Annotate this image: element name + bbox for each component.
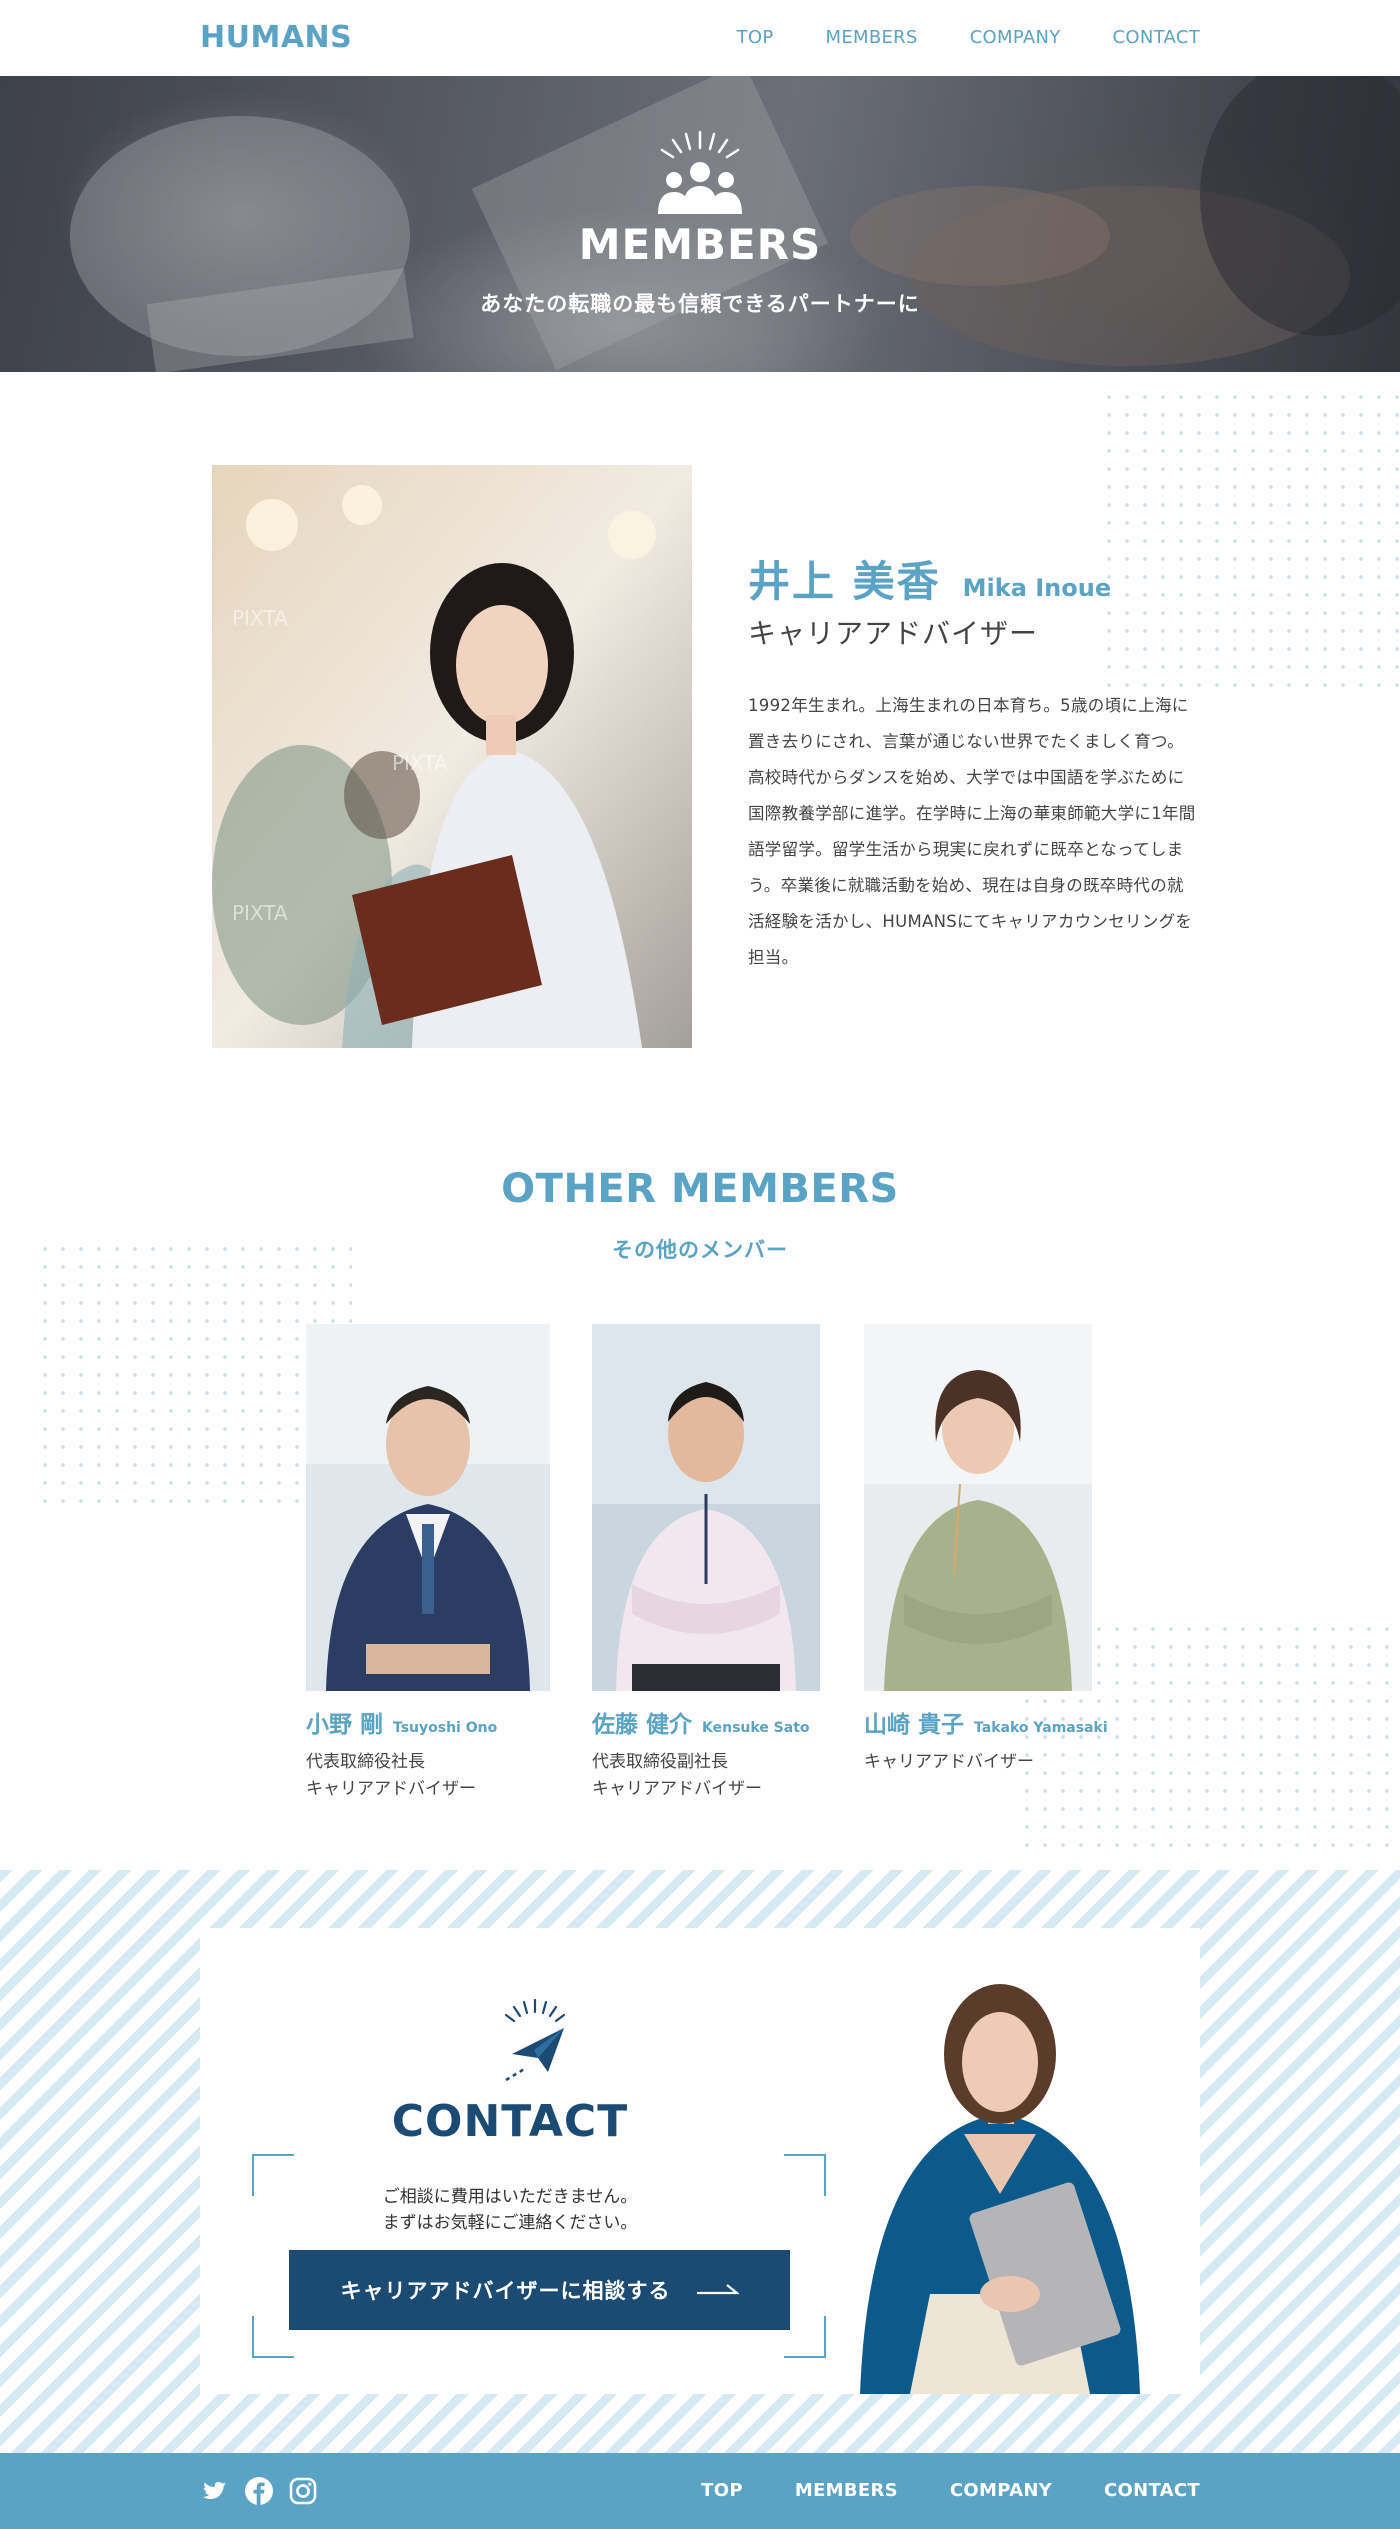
bracket-corner xyxy=(252,2316,294,2358)
nav-members[interactable]: MEMBERS xyxy=(825,27,917,48)
footer-nav-members[interactable]: MEMBERS xyxy=(795,2480,898,2501)
hero-banner: MEMBERS あなたの転職の最も信頼できるパートナーに xyxy=(0,76,1400,372)
member-card-ono[interactable]: 小野 剛 Tsuyoshi Ono 代表取締役社長 キャリアアドバイザー xyxy=(306,1324,550,1803)
page-subtitle: あなたの転職の最も信頼できるパートナーに xyxy=(480,292,920,316)
footer-nav-top[interactable]: TOP xyxy=(701,2480,743,2501)
featured-portrait: PIXTA PIXTA PIXTA xyxy=(212,465,692,1048)
member-portrait xyxy=(306,1324,550,1691)
featured-member-photo: PIXTA PIXTA PIXTA xyxy=(212,465,692,1048)
member-name-jp: 佐藤 健介 xyxy=(592,1712,693,1738)
contact-advisor-photo xyxy=(840,1964,1160,2394)
main-nav: TOP MEMBERS COMPANY CONTACT xyxy=(737,27,1200,48)
advisor-portrait xyxy=(860,1984,1140,2394)
bracket-corner xyxy=(252,2154,294,2196)
paper-plane-icon xyxy=(504,1998,566,2082)
member-card-yamasaki[interactable]: 山崎 貴子 Takako Yamasaki キャリアアドバイザー xyxy=(864,1324,1108,1776)
member-role-line: キャリアアドバイザー xyxy=(864,1752,1034,1772)
consult-advisor-button[interactable]: キャリアアドバイザーに相談する xyxy=(289,2250,790,2330)
member-photo xyxy=(864,1324,1092,1691)
footer-nav: TOP MEMBERS COMPANY CONTACT xyxy=(701,2480,1200,2501)
team-icon xyxy=(658,130,742,214)
facebook-icon[interactable] xyxy=(244,2476,274,2506)
watermark: PIXTA xyxy=(232,901,288,925)
member-name: 小野 剛 Tsuyoshi Ono xyxy=(306,1705,550,1739)
twitter-icon[interactable] xyxy=(200,2476,230,2506)
page-title: MEMBERS xyxy=(578,220,822,269)
member-card-sato[interactable]: 佐藤 健介 Kensuke Sato 代表取締役副社長 キャリアアドバイザー xyxy=(592,1324,820,1803)
site-logo[interactable]: HUMANS xyxy=(200,20,352,55)
member-role: 代表取締役副社長 キャリアアドバイザー xyxy=(592,1749,820,1803)
member-role: キャリアアドバイザー xyxy=(748,617,1039,650)
member-role-line: 代表取締役社長 xyxy=(306,1752,425,1772)
dot-pattern-right xyxy=(1100,388,1400,688)
instagram-icon[interactable] xyxy=(288,2476,318,2506)
member-name-jp: 山崎 貴子 xyxy=(864,1712,965,1738)
member-name-en: Takako Yamasaki xyxy=(974,1720,1108,1736)
member-name-en: Kensuke Sato xyxy=(702,1720,810,1736)
member-portrait xyxy=(864,1324,1092,1691)
member-role: キャリアアドバイザー xyxy=(864,1749,1092,1776)
member-name: 山崎 貴子 Takako Yamasaki xyxy=(864,1705,1108,1739)
member-name-jp: 小野 剛 xyxy=(306,1712,384,1738)
site-footer: TOP MEMBERS COMPANY CONTACT xyxy=(0,2453,1400,2529)
member-role-line: キャリアアドバイザー xyxy=(592,1779,762,1799)
dot-pattern-left xyxy=(36,1240,352,1510)
nav-company[interactable]: COMPANY xyxy=(970,27,1061,48)
contact-title: CONTACT xyxy=(391,2096,629,2147)
member-name-en: Mika Inoue xyxy=(962,574,1112,602)
featured-member-name: 井上 美香 Mika Inoue xyxy=(748,548,1111,609)
member-bio: 1992年生まれ。上海生まれの日本育ち。5歳の頃に上海に置き去りにされ、言葉が通… xyxy=(748,696,1196,967)
footer-nav-company[interactable]: COMPANY xyxy=(950,2480,1052,2501)
watermark: PIXTA xyxy=(392,751,448,775)
member-photo xyxy=(306,1324,550,1691)
social-links xyxy=(200,2476,318,2506)
watermark: PIXTA xyxy=(232,606,288,630)
contact-card: CONTACT ご相談に費用はいただきません。 まずはお気軽にご連絡ください。 … xyxy=(200,1928,1200,2394)
member-role-line: キャリアアドバイザー xyxy=(306,1779,476,1799)
nav-contact[interactable]: CONTACT xyxy=(1113,27,1200,48)
member-name: 佐藤 健介 Kensuke Sato xyxy=(592,1705,820,1739)
footer-nav-contact[interactable]: CONTACT xyxy=(1104,2480,1200,2501)
section-subtitle: その他のメンバー xyxy=(612,1238,788,1262)
member-name-en: Tsuyoshi Ono xyxy=(393,1720,498,1736)
member-role: 代表取締役社長 キャリアアドバイザー xyxy=(306,1749,550,1803)
member-name-jp: 井上 美香 xyxy=(748,557,941,606)
contact-text-line: まずはお気軽にご連絡ください。 xyxy=(382,2213,638,2233)
bracket-corner xyxy=(784,2154,826,2196)
arrow-right-icon xyxy=(696,2284,739,2295)
member-photo xyxy=(592,1324,820,1691)
bracket-corner xyxy=(784,2316,826,2358)
member-role-line: 代表取締役副社長 xyxy=(592,1752,728,1772)
member-portrait xyxy=(592,1324,820,1691)
section-title: OTHER MEMBERS xyxy=(501,1166,899,1212)
nav-top[interactable]: TOP xyxy=(737,27,774,48)
site-header: HUMANS TOP MEMBERS COMPANY CONTACT xyxy=(0,0,1400,76)
button-label: キャリアアドバイザーに相談する xyxy=(340,2279,671,2303)
